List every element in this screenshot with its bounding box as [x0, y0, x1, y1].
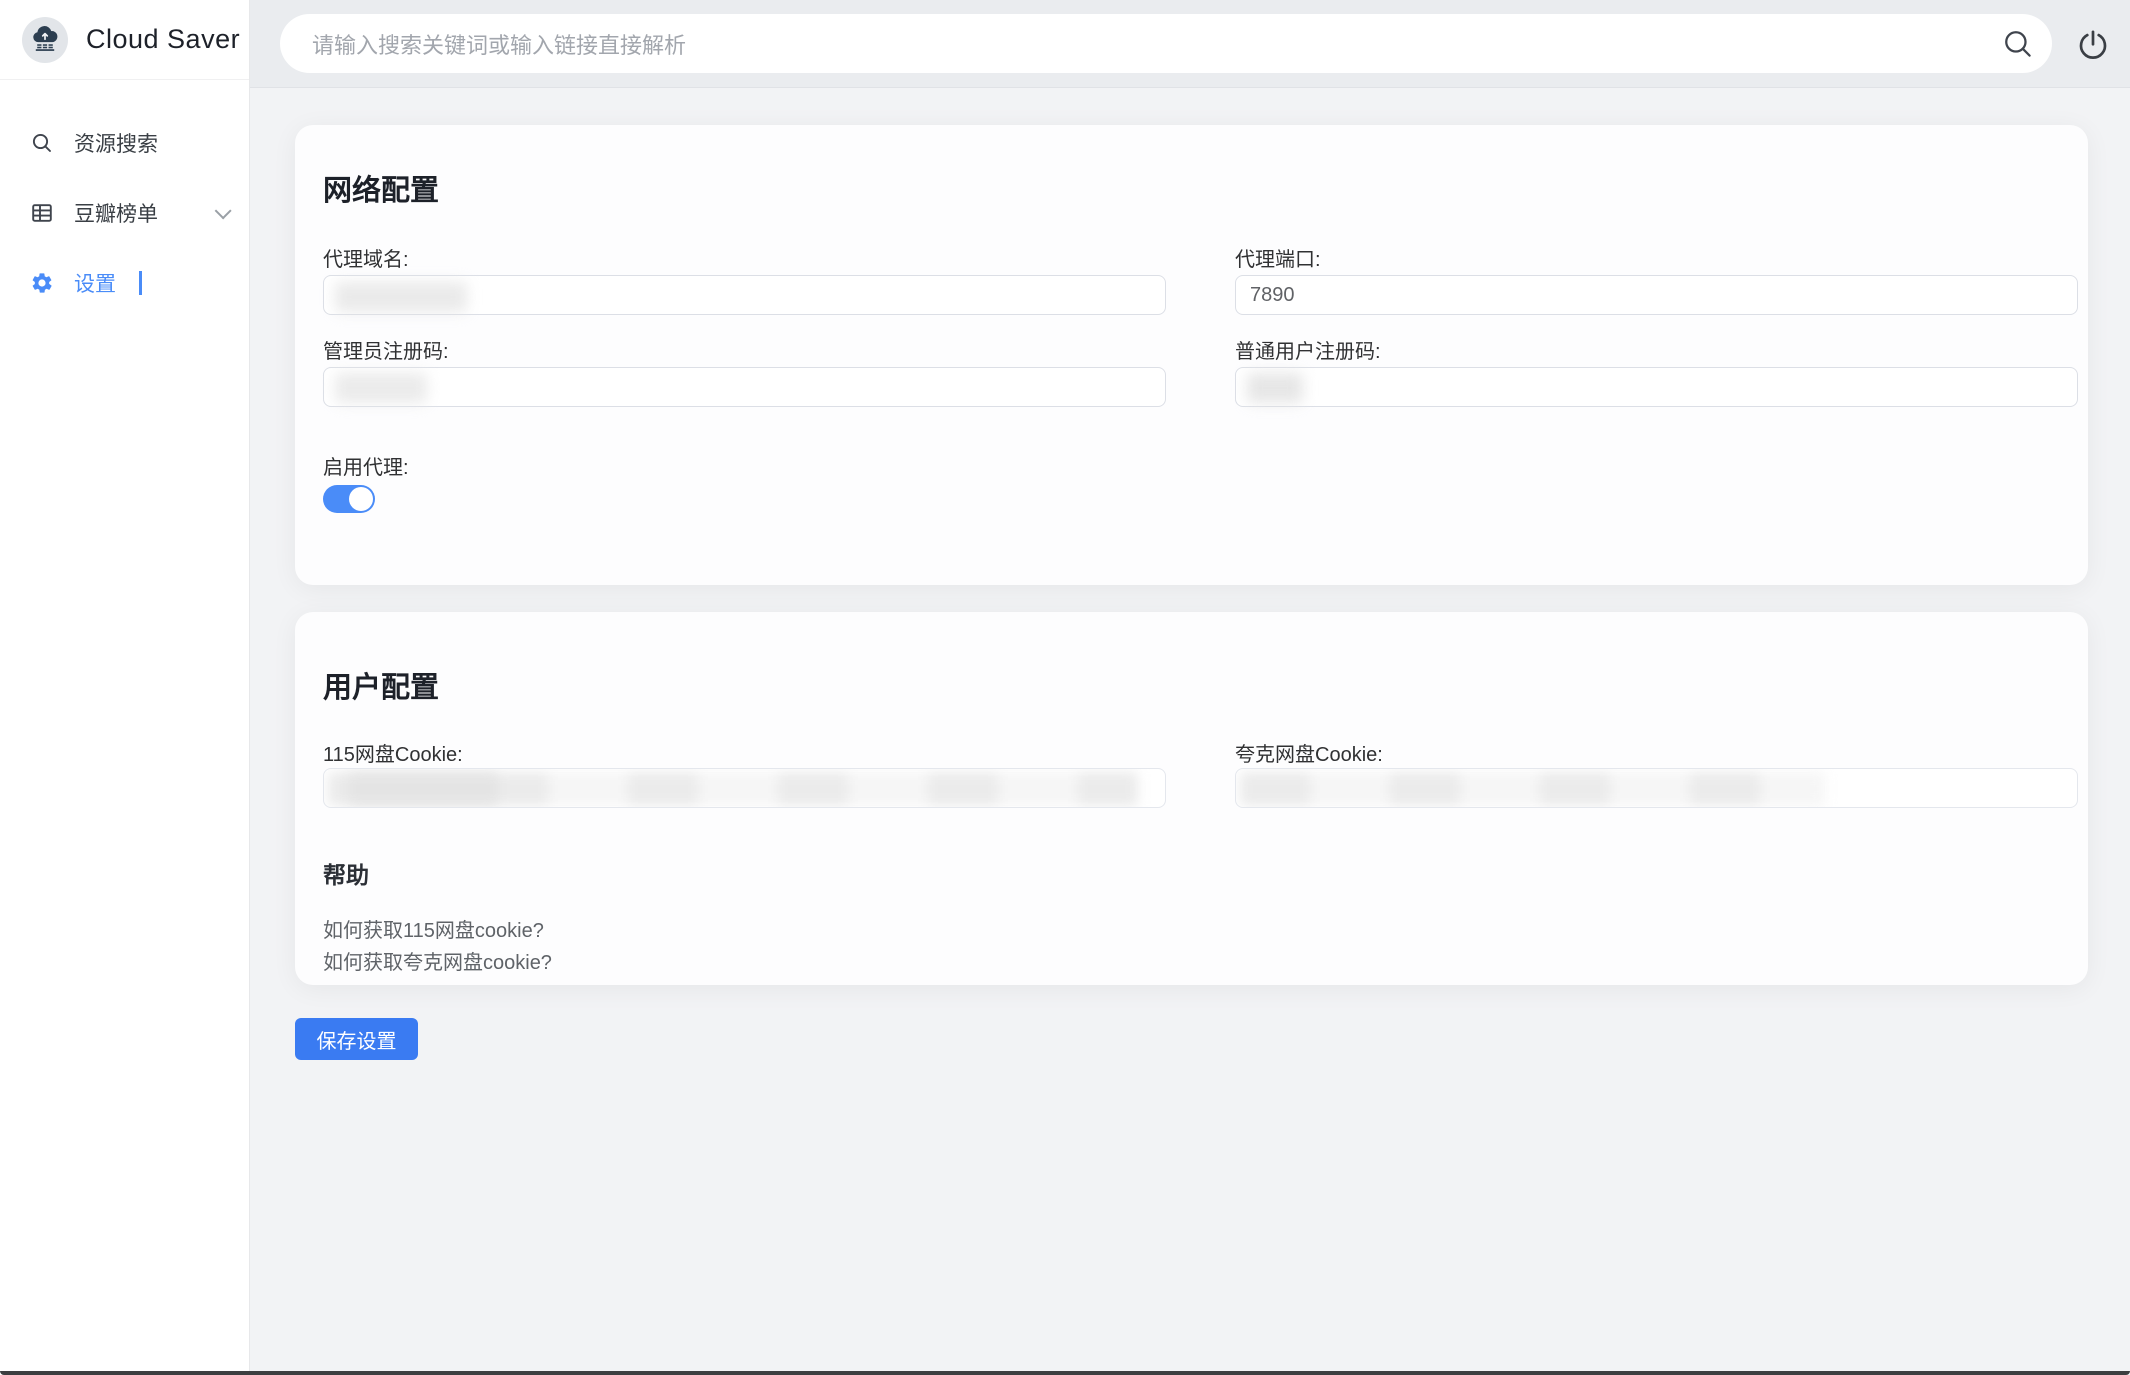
sidebar-item-settings[interactable]: 设置 [0, 248, 249, 318]
power-icon[interactable] [2070, 22, 2116, 68]
sidebar-item-label: 豆瓣榜单 [74, 198, 158, 228]
network-config-card: 网络配置 代理域名: 代理端口: 管理员注册码: 普通用户注册码: 启用代理: [295, 125, 2088, 585]
save-settings-button[interactable]: 保存设置 [295, 1018, 418, 1060]
sidebar-item-label: 设置 [74, 268, 116, 298]
cookie-115-input[interactable] [323, 768, 1166, 808]
section-title-user: 用户配置 [323, 664, 439, 706]
search-input[interactable]: 请输入搜索关键词或输入链接直接解析 [312, 28, 1988, 60]
cookie-115-label: 115网盘Cookie: [323, 738, 463, 767]
help-link-115-cookie[interactable]: 如何获取115网盘cookie? [323, 914, 544, 943]
redacted-value [335, 282, 467, 312]
proxy-domain-label: 代理域名: [323, 243, 409, 272]
search-icon [30, 131, 54, 155]
help-title: 帮助 [323, 856, 369, 890]
help-link-quark-cookie[interactable]: 如何获取夸克网盘cookie? [323, 946, 552, 975]
cookie-quark-input[interactable] [1235, 768, 2078, 808]
main-content: 网络配置 代理域名: 代理端口: 管理员注册码: 普通用户注册码: 启用代理: … [250, 88, 2130, 1375]
sidebar: Cloud Saver 资源搜索 豆瓣榜单 [0, 0, 250, 1375]
cloud-upload-server-logo-icon [28, 23, 62, 57]
chevron-down-icon[interactable] [215, 202, 232, 219]
app-logo [22, 17, 68, 63]
gear-icon [30, 271, 54, 295]
app-logo-row: Cloud Saver [0, 0, 249, 80]
sidebar-item-label: 资源搜索 [74, 128, 158, 158]
sidebar-item-resource-search[interactable]: 资源搜索 [0, 108, 249, 178]
redacted-value [1247, 373, 1303, 403]
user-config-card: 用户配置 115网盘Cookie: 夸克网盘Cookie: 帮助 如何获取115… [295, 612, 2088, 985]
user-regcode-label: 普通用户注册码: [1235, 335, 1381, 364]
proxy-port-input[interactable] [1235, 275, 2078, 315]
text-caret [139, 271, 142, 295]
redacted-value [1240, 772, 1825, 806]
section-title-network: 网络配置 [323, 167, 439, 209]
proxy-port-label: 代理端口: [1235, 243, 1321, 272]
sidebar-nav: 资源搜索 豆瓣榜单 设置 [0, 80, 249, 318]
enable-proxy-label: 启用代理: [323, 451, 409, 480]
search-bar[interactable]: 请输入搜索关键词或输入链接直接解析 [280, 14, 2052, 73]
user-regcode-input[interactable] [1235, 367, 2078, 407]
app-root: Cloud Saver 资源搜索 豆瓣榜单 [0, 0, 2130, 1375]
toggle-knob [349, 487, 373, 511]
enable-proxy-toggle[interactable] [323, 485, 375, 513]
top-header: 请输入搜索关键词或输入链接直接解析 [250, 0, 2130, 88]
grid-icon [30, 201, 54, 225]
admin-regcode-input[interactable] [323, 367, 1166, 407]
redacted-value [328, 772, 1138, 806]
cookie-quark-label: 夸克网盘Cookie: [1235, 738, 1383, 767]
search-icon[interactable] [1998, 24, 2038, 64]
sidebar-item-douban-rankings[interactable]: 豆瓣榜单 [0, 178, 249, 248]
app-title: Cloud Saver [86, 24, 240, 55]
window-bottom-edge [0, 1371, 2130, 1375]
redacted-value [335, 373, 427, 403]
admin-regcode-label: 管理员注册码: [323, 335, 449, 364]
